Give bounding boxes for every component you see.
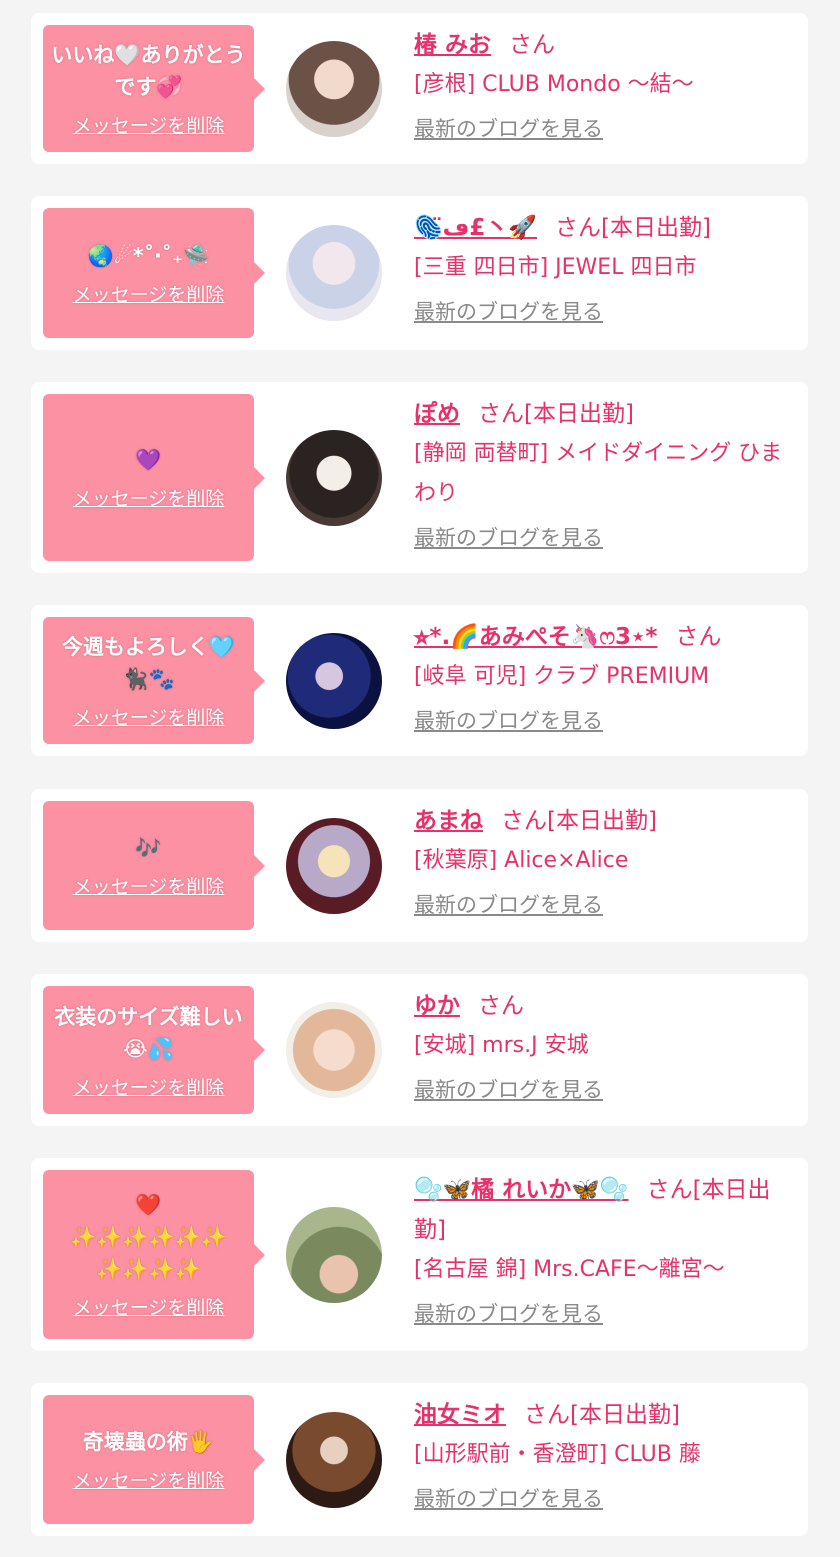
profile-info: あまね さん[本日出勤] [秋葉原] Alice×Alice 最新のブログを見る (414, 801, 786, 919)
delete-message-link[interactable]: メッセージを削除 (73, 1293, 225, 1320)
profile-info: ぽめ さん[本日出勤] [静岡 両替町] メイドダイニング ひまわり 最新のブログ… (414, 394, 786, 552)
shop-label: [安城] mrs.J 安城 (414, 1033, 589, 1058)
latest-blog-link[interactable]: 最新のブログを見る (414, 522, 603, 552)
name-line: 🫆ڡ̈£丶🚀 さん[本日出勤] (414, 208, 786, 248)
message-bubble: 🌏☄︎*˚‧˚₊🛸 メッセージを削除 (43, 208, 265, 338)
message-bubble: 今週もよろしく🩵 🐈‍⬛🐾 メッセージを削除 (43, 617, 265, 744)
profile-name-link[interactable]: あまね (414, 808, 483, 834)
name-line: 椿 みお さん (414, 25, 786, 65)
name-line: あまね さん[本日出勤] (414, 801, 786, 841)
profile-info: 椿 みお さん [彦根] CLUB Mondo 〜結〜 最新のブログを見る (414, 25, 786, 143)
avatar[interactable] (286, 1411, 382, 1508)
message-text: 奇壊蟲の術🖐 (82, 1430, 215, 1454)
message-text: いいね🤍ありがとうです💞 (51, 43, 246, 99)
profile-name-link[interactable]: ぽめ (414, 401, 460, 427)
list-item: 💜 メッセージを削除 ぽめ さん[本日出勤] [静岡 両替町] メイドダイニング … (31, 382, 808, 573)
shop-label: [秋葉原] Alice×Alice (414, 848, 629, 873)
avatar[interactable] (286, 1206, 382, 1303)
name-suffix: さん (675, 624, 722, 650)
latest-blog-link[interactable]: 最新のブログを見る (414, 1074, 603, 1104)
latest-blog-link[interactable]: 最新のブログを見る (414, 889, 603, 919)
message-bubble: ❤️ ✨✨✨✨✨✨ ✨✨✨✨ メッセージを削除 (43, 1170, 265, 1339)
latest-blog-link[interactable]: 最新のブログを見る (414, 296, 603, 326)
shop-label: [三重 四日市] JEWEL 四日市 (414, 255, 697, 280)
profile-name-link[interactable]: 🫧🦋橘 れいか🦋🫧 (414, 1177, 629, 1203)
avatar[interactable] (286, 632, 382, 729)
message-text: 🎶 (135, 836, 162, 860)
list-item: 🎶 メッセージを削除 あまね さん[本日出勤] [秋葉原] Alice×Alice… (31, 789, 808, 942)
shop-label: [彦根] CLUB Mondo 〜結〜 (414, 72, 694, 97)
message-bubble: 🎶 メッセージを削除 (43, 801, 265, 930)
message-text: 💜 (135, 448, 162, 472)
profile-name-link[interactable]: 🫆ڡ̈£丶🚀 (414, 215, 537, 241)
list-item: いいね🤍ありがとうです💞 メッセージを削除 椿 みお さん [彦根] CLUB M… (31, 13, 808, 164)
message-text: 今週もよろしく🩵 🐈‍⬛🐾 (61, 635, 236, 691)
avatar[interactable] (286, 1002, 382, 1098)
name-line: ⭐︎*.🌈あみぺそ🦄ෆ3⋆* さん (414, 617, 786, 657)
profile-info: ゆか さん [安城] mrs.J 安城 最新のブログを見る (414, 986, 786, 1104)
message-text: 🌏☄︎*˚‧˚₊🛸 (87, 243, 210, 268)
message-bubble: いいね🤍ありがとうです💞 メッセージを削除 (43, 25, 265, 152)
latest-blog-link[interactable]: 最新のブログを見る (414, 113, 603, 143)
profile-name-link[interactable]: 油女ミオ (414, 1402, 506, 1428)
shop-label: [名古屋 錦] Mrs.CAFE〜離宮〜 (414, 1257, 725, 1282)
list-item: 衣装のサイズ難しい😭💦 メッセージを削除 ゆか さん [安城] mrs.J 安城 … (31, 974, 808, 1126)
name-suffix: さん[本日出勤] (501, 808, 657, 834)
avatar[interactable] (286, 429, 382, 526)
shop-label: [山形駅前・香澄町] CLUB 藤 (414, 1442, 701, 1467)
message-text: 衣装のサイズ難しい😭💦 (54, 1004, 243, 1061)
name-suffix: さん[本日出勤] (478, 401, 634, 427)
profile-info: 🫧🦋橘 れいか🦋🫧 さん[本日出勤] [名古屋 錦] Mrs.CAFE〜離宮〜 最… (414, 1170, 786, 1328)
latest-blog-link[interactable]: 最新のブログを見る (414, 1298, 603, 1328)
delete-message-link[interactable]: メッセージを削除 (73, 1466, 225, 1493)
message-bubble: 衣装のサイズ難しい😭💦 メッセージを削除 (43, 986, 265, 1114)
latest-blog-link[interactable]: 最新のブログを見る (414, 705, 603, 735)
name-suffix: さん (509, 32, 556, 58)
profile-info: ⭐︎*.🌈あみぺそ🦄ෆ3⋆* さん [岐阜 可児] クラブ PREMIUM 最新の… (414, 617, 786, 735)
name-line: ゆか さん (414, 986, 786, 1026)
message-bubble: 奇壊蟲の術🖐 メッセージを削除 (43, 1395, 265, 1524)
delete-message-link[interactable]: メッセージを削除 (73, 1073, 225, 1100)
list-item: 🌏☄︎*˚‧˚₊🛸 メッセージを削除 🫆ڡ̈£丶🚀 さん[本日出勤] [三重 四日… (31, 196, 808, 350)
message-text: ❤️ ✨✨✨✨✨✨ ✨✨✨✨ (70, 1193, 227, 1281)
profile-name-link[interactable]: 椿 みお (414, 32, 491, 58)
profile-name-link[interactable]: ⭐︎*.🌈あみぺそ🦄ෆ3⋆* (414, 624, 657, 650)
name-suffix: さん[本日出勤] (524, 1402, 680, 1428)
delete-message-link[interactable]: メッセージを削除 (73, 484, 225, 511)
delete-message-link[interactable]: メッセージを削除 (73, 872, 225, 899)
profile-info: 🫆ڡ̈£丶🚀 さん[本日出勤] [三重 四日市] JEWEL 四日市 最新のブログ… (414, 208, 786, 326)
name-suffix: さん (478, 993, 524, 1019)
delete-message-link[interactable]: メッセージを削除 (73, 111, 225, 138)
latest-blog-link[interactable]: 最新のブログを見る (414, 1483, 603, 1513)
message-bubble: 💜 メッセージを削除 (43, 394, 265, 561)
message-list: いいね🤍ありがとうです💞 メッセージを削除 椿 みお さん [彦根] CLUB M… (0, 0, 840, 1557)
delete-message-link[interactable]: メッセージを削除 (73, 703, 225, 730)
profile-info: 油女ミオ さん[本日出勤] [山形駅前・香澄町] CLUB 藤 最新のブログを見る (414, 1395, 786, 1513)
list-item: 奇壊蟲の術🖐 メッセージを削除 油女ミオ さん[本日出勤] [山形駅前・香澄町] … (31, 1383, 808, 1536)
avatar[interactable] (286, 817, 382, 914)
avatar[interactable] (286, 40, 382, 137)
name-line: 🫧🦋橘 れいか🦋🫧 さん[本日出勤] (414, 1170, 786, 1250)
name-line: 油女ミオ さん[本日出勤] (414, 1395, 786, 1435)
list-item: ❤️ ✨✨✨✨✨✨ ✨✨✨✨ メッセージを削除 🫧🦋橘 れいか🦋🫧 さん[本日出勤… (31, 1158, 808, 1351)
profile-name-link[interactable]: ゆか (414, 993, 460, 1019)
list-item: 今週もよろしく🩵 🐈‍⬛🐾 メッセージを削除 ⭐︎*.🌈あみぺそ🦄ෆ3⋆* さん … (31, 605, 808, 756)
name-line: ぽめ さん[本日出勤] (414, 394, 786, 434)
avatar[interactable] (286, 225, 382, 321)
name-suffix: さん[本日出勤] (555, 215, 711, 241)
shop-label: [静岡 両替町] メイドダイニング ひまわり (414, 441, 783, 506)
delete-message-link[interactable]: メッセージを削除 (73, 280, 225, 307)
shop-label: [岐阜 可児] クラブ PREMIUM (414, 664, 710, 689)
